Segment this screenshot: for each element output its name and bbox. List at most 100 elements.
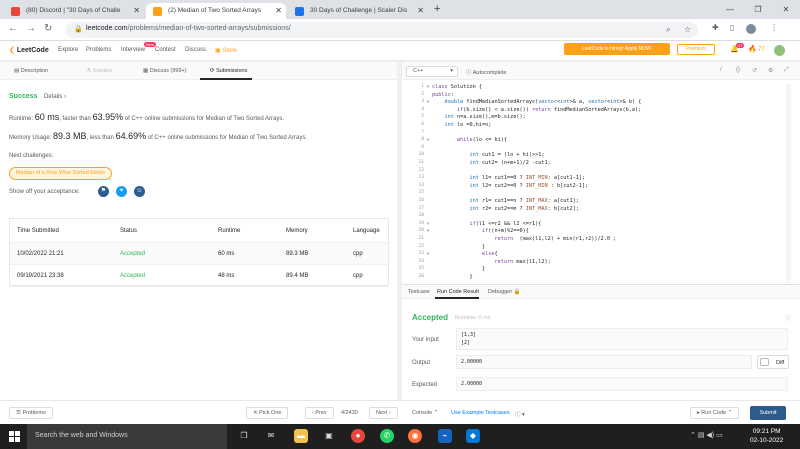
table-header[interactable]: Language: [353, 228, 380, 234]
user-avatar[interactable]: [774, 45, 785, 56]
code-line: }: [432, 274, 473, 280]
leetcode-logo-icon: ❮: [9, 47, 15, 54]
close-tab-icon[interactable]: ✕: [275, 3, 282, 19]
table-header[interactable]: Runtime: [218, 228, 240, 234]
fullscreen-icon[interactable]: ⤢: [784, 67, 789, 74]
console-toggle[interactable]: Console ⌃: [412, 410, 438, 416]
url-field[interactable]: 🔒 leetcode.com/problems/median-of-two-so…: [66, 22, 698, 38]
table-header[interactable]: Status: [120, 228, 137, 234]
braces-icon[interactable]: {}: [736, 67, 740, 73]
submit-button[interactable]: Submit: [750, 406, 786, 420]
run-code-button[interactable]: ▸ Run Code ⌃: [690, 407, 740, 419]
tab-solution[interactable]: ⚗ Solution: [86, 68, 112, 74]
reload-icon[interactable]: ↻: [44, 23, 52, 34]
extension-puzzle-icon[interactable]: ✚: [712, 23, 719, 32]
streak-fire-icon: 🔥: [748, 46, 757, 53]
prev-button[interactable]: ‹ Prev: [305, 407, 334, 419]
taskbar-search[interactable]: Search the web and Windows: [27, 424, 227, 449]
browser-tab-discord[interactable]: (80) Discord | "30 Days of Challe ✕: [4, 3, 144, 19]
fold-chevron-icon[interactable]: ▾: [427, 84, 429, 90]
browser-menu-icon[interactable]: ⋮: [770, 23, 778, 32]
details-link[interactable]: Details ›: [44, 94, 66, 100]
browser-tab-strip: (80) Discord | "30 Days of Challe ✕ (2) …: [0, 0, 800, 19]
fold-chevron-icon[interactable]: ▾: [427, 99, 429, 105]
leetcode-logo[interactable]: ❮ LeetCode: [9, 46, 49, 54]
share-twitter-icon[interactable]: ✦: [116, 186, 127, 197]
status-accepted-link[interactable]: Accepted: [120, 251, 145, 257]
leetcode-favicon-icon: [153, 7, 162, 16]
language-select[interactable]: C++ ▾: [406, 66, 458, 77]
status-accepted-link[interactable]: Accepted: [120, 273, 145, 279]
table-row[interactable]: 09/19/2021 23:38 Accepted 48 ms 89.4 MB …: [10, 265, 388, 287]
profile-avatar[interactable]: [746, 24, 756, 34]
close-tab-icon[interactable]: ✕: [417, 3, 424, 19]
diff-toggle[interactable]: Diff: [757, 355, 789, 369]
browser-tab-leetcode[interactable]: (2) Median of Two Sorted Arrays ✕: [146, 3, 286, 19]
chevron-up-icon: ⌃: [690, 432, 696, 439]
autocomplete-toggle[interactable]: ⓘ Autocomplete: [466, 68, 506, 76]
fold-chevron-icon[interactable]: ▾: [427, 251, 429, 257]
new-tab-icon[interactable]: +: [434, 3, 440, 15]
close-tab-icon[interactable]: ✕: [133, 3, 140, 19]
table-row[interactable]: 10/02/2022 21:21 Accepted 60 ms 89.3 MB …: [10, 243, 388, 265]
fold-chevron-icon[interactable]: ▾: [427, 137, 429, 143]
file-explorer-icon[interactable]: ▬: [294, 429, 308, 443]
settings-gear-icon[interactable]: ⚙: [768, 67, 773, 74]
minimize-icon[interactable]: —: [716, 0, 744, 19]
nav-explore[interactable]: Explore: [58, 47, 78, 53]
zoom-icon[interactable]: ⌕: [666, 25, 670, 35]
code-line: int r1= cut1==n ? INT_MAX: a[cut1];: [469, 198, 579, 204]
system-tray[interactable]: ⌃ ▤ ◀) ▭: [690, 431, 723, 439]
premium-button[interactable]: Premium: [677, 44, 715, 55]
mail-icon[interactable]: ✉: [264, 429, 278, 443]
store-bag-icon[interactable]: ▣: [322, 429, 336, 443]
tab-testcase[interactable]: Testcase: [408, 289, 430, 295]
taskbar-clock[interactable]: 09:21 PM 02-10-2022: [750, 427, 783, 445]
nav-problems[interactable]: Problems: [86, 47, 111, 53]
tab-description[interactable]: ▤ Description: [14, 68, 48, 74]
reading-list-icon[interactable]: ▯: [730, 23, 734, 32]
fold-chevron-icon[interactable]: ▾: [427, 221, 429, 227]
code-line: int l2= cut2==0 ? INT_MIN : b[cut2-1];: [469, 182, 589, 189]
problems-list-button[interactable]: ☰ Problems: [9, 407, 53, 419]
table-header[interactable]: Memory: [286, 228, 308, 234]
tab-debugger[interactable]: Debugger 🔒: [488, 289, 521, 295]
share-reddit-icon[interactable]: ☺: [134, 186, 145, 197]
reset-icon[interactable]: ↺: [752, 67, 757, 74]
tab-submissions[interactable]: ⟳ Submissions: [210, 68, 247, 74]
editor-scrollbar[interactable]: [786, 84, 791, 282]
next-button[interactable]: Next ›: [369, 407, 398, 419]
nav-contest[interactable]: Contest: [155, 47, 176, 53]
chrome-icon[interactable]: ●: [351, 429, 365, 443]
fold-chevron-icon[interactable]: ▾: [427, 228, 429, 234]
forward-icon[interactable]: →: [26, 23, 36, 34]
nav-store[interactable]: ▣ Store: [215, 47, 237, 54]
nav-discuss[interactable]: Discuss: [185, 47, 206, 53]
close-window-icon[interactable]: ✕: [772, 0, 800, 19]
prev-label: Prev: [315, 410, 327, 416]
bookmark-star-icon[interactable]: ☆: [684, 25, 691, 34]
pick-one-button[interactable]: ✕ Pick One: [246, 407, 289, 419]
tab-run-code-result[interactable]: Run Code Result: [437, 289, 479, 295]
table-header[interactable]: Time Submitted: [17, 228, 59, 234]
code-text-area[interactable]: class Solution {public: double findMedia…: [432, 84, 800, 282]
back-icon[interactable]: ←: [8, 23, 18, 34]
firefox-icon[interactable]: ◉: [408, 429, 422, 443]
info-icon[interactable]: ⓘ: [785, 314, 791, 323]
vscode-icon[interactable]: ◆: [466, 429, 480, 443]
tab-discuss[interactable]: ▦ Discuss (999+): [143, 68, 187, 74]
browser-tab-scaler[interactable]: 30 Days of Challenge | Scaler Dis ✕: [288, 3, 428, 19]
hiring-promo-banner[interactable]: LeetCode is hiring! Apply NOW.: [564, 43, 670, 55]
nav-interview[interactable]: Interview: [121, 47, 145, 53]
use-example-testcases-link[interactable]: Use Example Testcases: [451, 410, 510, 416]
share-leetcode-icon[interactable]: ⚑: [98, 186, 109, 197]
whatsapp-icon[interactable]: ✆: [380, 429, 394, 443]
code-editor-pane: C++ ▾ ⓘ Autocomplete / {} ↺ ⚙ ⤢ 1 ▾ 2 3 ▾ 4 5 6…: [402, 62, 800, 284]
next-challenge-chip[interactable]: Median of a Row Wise Sorted Matrix: [9, 167, 113, 180]
app-icon[interactable]: ⌁: [438, 429, 452, 443]
task-view-icon[interactable]: ❐: [237, 429, 251, 443]
maximize-icon[interactable]: ❐: [744, 0, 772, 19]
format-icon[interactable]: /: [720, 67, 722, 73]
help-icon[interactable]: ⓘ ▾: [515, 410, 525, 418]
windows-start-icon[interactable]: [9, 431, 20, 442]
